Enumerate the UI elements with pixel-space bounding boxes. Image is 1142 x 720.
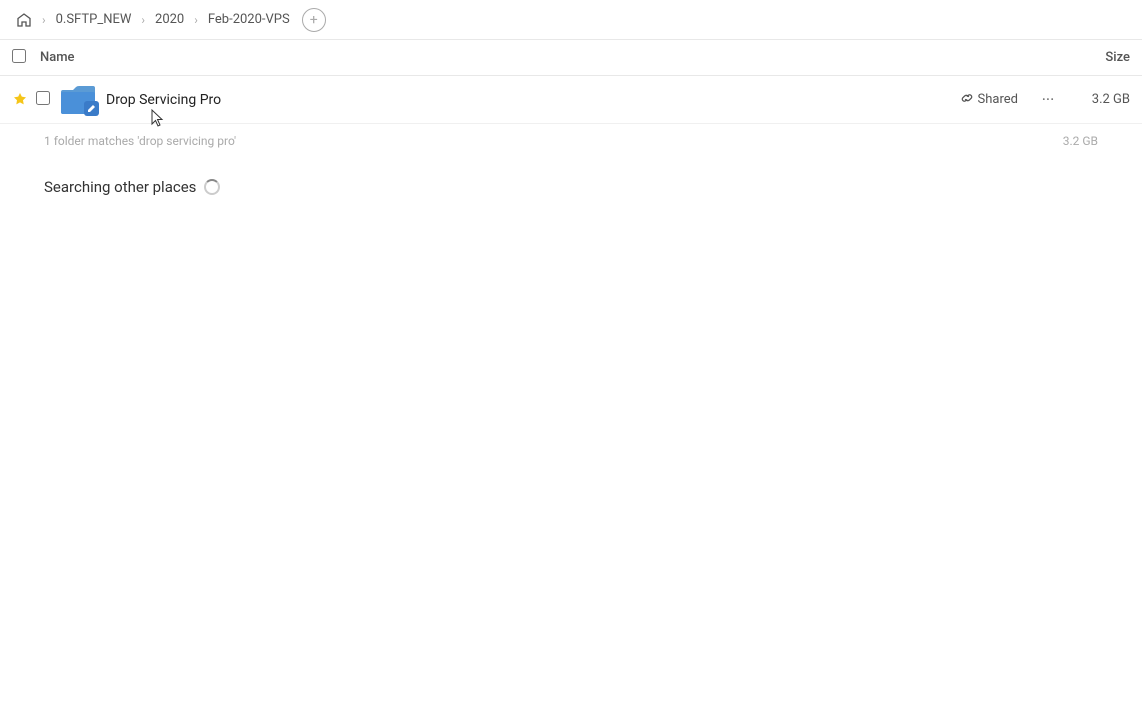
link-icon	[960, 91, 974, 109]
add-breadcrumb-button[interactable]: +	[302, 8, 326, 32]
file-row[interactable]: Drop Servicing Pro Shared ··· 3.2 GB	[0, 76, 1142, 124]
searching-section: Searching other places	[0, 158, 1142, 206]
separator-3: ›	[194, 13, 198, 27]
searching-label: Searching other places	[44, 178, 196, 196]
name-column-header: Name	[40, 50, 1050, 65]
breadcrumb-sftp[interactable]: 0.SFTP_NEW	[52, 10, 136, 29]
table-header: Name Size	[0, 40, 1142, 76]
row-select-input[interactable]	[36, 91, 50, 105]
row-checkbox[interactable]	[36, 91, 56, 109]
star-icon[interactable]	[12, 92, 32, 108]
file-size: 3.2 GB	[1070, 92, 1130, 107]
matches-info: 1 folder matches 'drop servicing pro' 3.…	[0, 124, 1142, 158]
file-name: Drop Servicing Pro	[106, 92, 960, 108]
shared-badge: Shared	[960, 91, 1018, 109]
separator-1: ›	[42, 13, 46, 27]
home-button[interactable]	[12, 8, 36, 32]
size-column-header: Size	[1050, 50, 1130, 65]
breadcrumb-2020[interactable]: 2020	[151, 10, 188, 29]
loading-spinner	[204, 179, 220, 195]
folder-icon-wrapper	[60, 82, 96, 118]
breadcrumb-bar: › 0.SFTP_NEW › 2020 › Feb-2020-VPS +	[0, 0, 1142, 40]
shared-label: Shared	[978, 92, 1018, 107]
matches-size: 3.2 GB	[1063, 134, 1098, 148]
select-all-checkbox[interactable]	[12, 49, 32, 67]
edit-badge-icon	[87, 103, 97, 113]
more-options-button[interactable]: ···	[1034, 86, 1062, 114]
matches-label: 1 folder matches 'drop servicing pro'	[44, 134, 236, 148]
breadcrumb-feb2020vps[interactable]: Feb-2020-VPS	[204, 10, 294, 29]
select-all-input[interactable]	[12, 49, 26, 63]
separator-2: ›	[141, 13, 145, 27]
